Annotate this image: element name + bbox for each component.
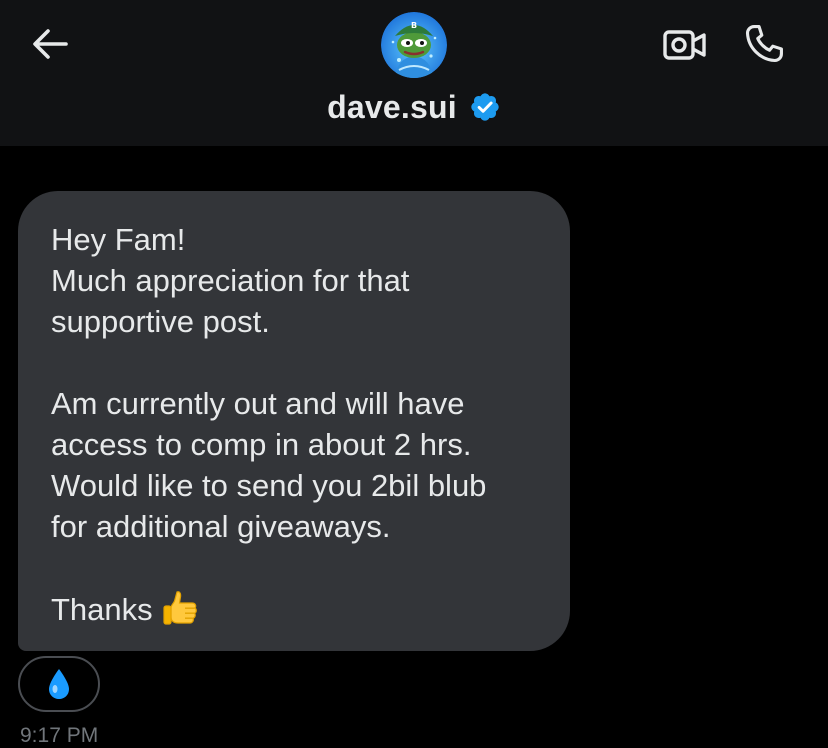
message-line: access to comp in about 2 hrs. bbox=[51, 427, 472, 462]
voice-call-button[interactable] bbox=[742, 22, 786, 66]
message-line: Hey Fam! bbox=[51, 222, 186, 257]
message-bubble[interactable]: Hey Fam! Much appreciation for that supp… bbox=[18, 191, 570, 651]
arrow-left-icon bbox=[33, 29, 68, 59]
avatar[interactable]: B bbox=[381, 12, 447, 78]
message-line: Much appreciation for that bbox=[51, 263, 410, 298]
message-line: Am currently out and will have bbox=[51, 386, 465, 421]
droplet-icon bbox=[49, 669, 69, 699]
message-line: for additional giveaways. bbox=[51, 509, 391, 544]
phone-icon bbox=[745, 25, 783, 63]
back-button[interactable] bbox=[28, 26, 72, 62]
conversation-header: B dave.sui bbox=[0, 0, 828, 146]
display-handle: dave.sui bbox=[327, 88, 457, 125]
message-text: Thanks bbox=[51, 592, 153, 627]
video-camera-icon bbox=[663, 30, 706, 60]
video-call-button[interactable] bbox=[662, 26, 708, 64]
handle-row[interactable]: dave.sui bbox=[0, 84, 828, 130]
verified-badge-icon bbox=[471, 93, 499, 121]
reaction-badge[interactable] bbox=[18, 656, 100, 712]
thumbs-up-icon bbox=[163, 591, 197, 625]
svg-text:B: B bbox=[411, 21, 417, 30]
message-timestamp: 9:17 PM bbox=[20, 724, 99, 747]
message-line: Would like to send you 2bil blub bbox=[51, 468, 487, 503]
message-line: supportive post. bbox=[51, 304, 270, 339]
message-line-last: Thanks bbox=[51, 588, 540, 629]
